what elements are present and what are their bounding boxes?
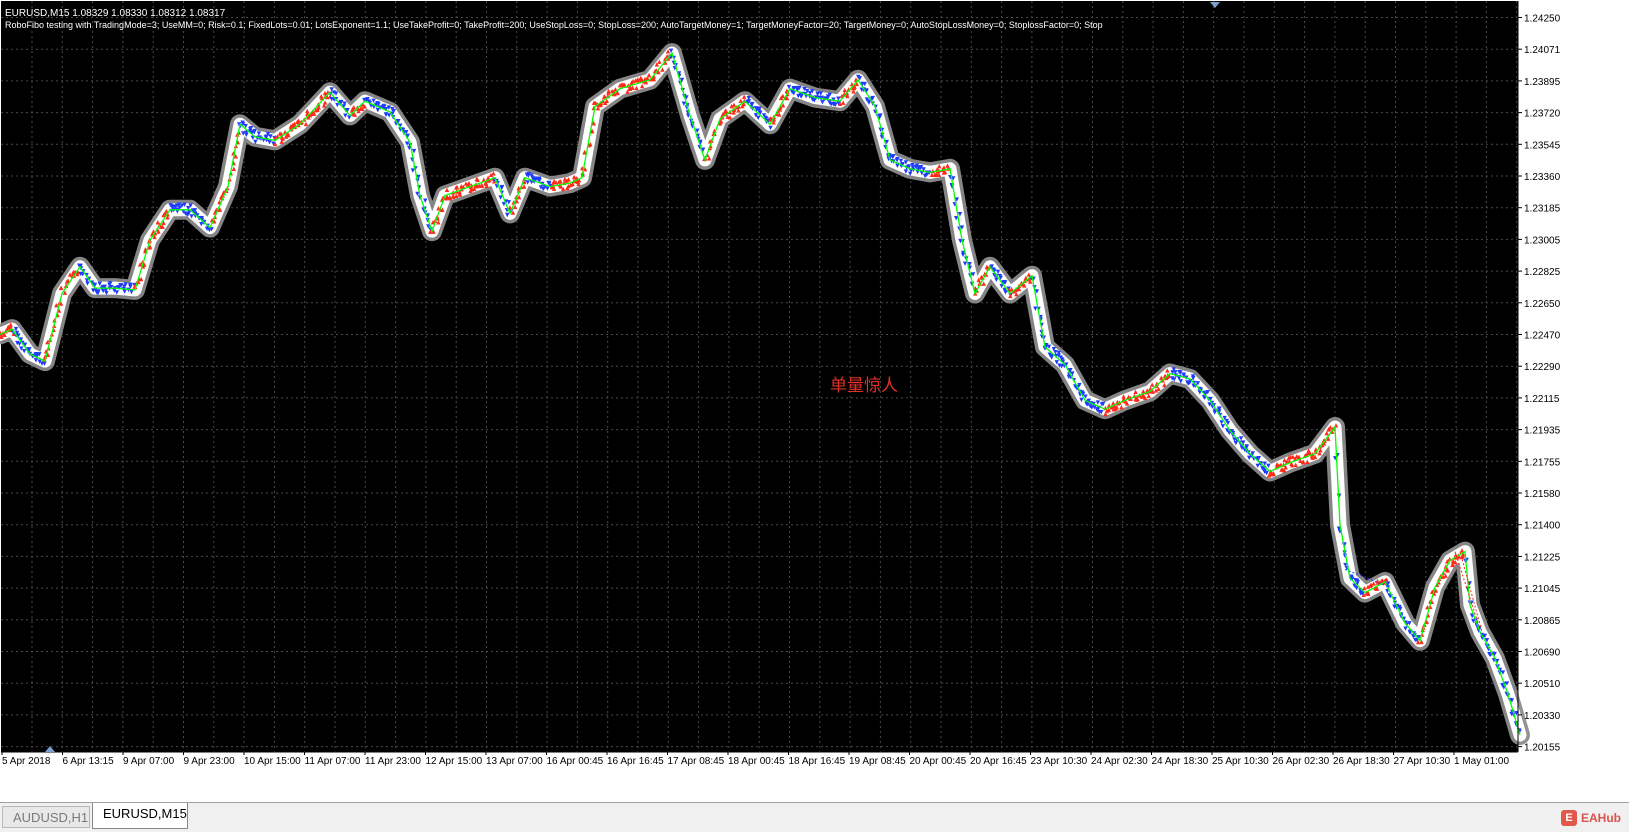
y-tick-label: 1.20510: [1524, 679, 1561, 690]
y-tick-label: 1.24250: [1524, 14, 1561, 25]
x-tick-label: 9 Apr 07:00: [123, 756, 175, 767]
x-tick-label: 13 Apr 07:00: [486, 756, 543, 767]
y-tick-label: 1.20155: [1524, 743, 1561, 754]
x-tick-label: 26 Apr 18:30: [1333, 756, 1390, 767]
eahub-logo: E EAHub: [1561, 809, 1621, 827]
symbol-info: EURUSD,M15 1.08329 1.08330 1.08312 1.083…: [5, 8, 226, 19]
x-tick-label: 24 Apr 02:30: [1091, 756, 1148, 767]
y-tick-label: 1.23005: [1524, 235, 1561, 246]
y-tick-label: 1.22825: [1524, 267, 1561, 278]
x-tick-label: 5 Apr 2018: [2, 756, 51, 767]
x-tick-label: 1 May 01:00: [1454, 756, 1509, 767]
y-tick-label: 1.22470: [1524, 331, 1561, 342]
y-tick-label: 1.21935: [1524, 426, 1561, 437]
y-tick-label: 1.21755: [1524, 457, 1561, 468]
price-chart[interactable]: 1.24250 1.24071 1.23895 1.23720 1.23545 1.233…: [0, 0, 1629, 802]
x-tick-label: 18 Apr 16:45: [789, 756, 846, 767]
x-tick-label: 24 Apr 18:30: [1152, 756, 1209, 767]
x-tick-label: 25 Apr 10:30: [1212, 756, 1269, 767]
y-tick-label: 1.23545: [1524, 140, 1561, 151]
x-tick-label: 12 Apr 15:00: [426, 756, 483, 767]
x-tick-label: 11 Apr 07:00: [305, 756, 361, 767]
y-tick-label: 1.23360: [1524, 172, 1561, 183]
ea-parameters: RoboFibo testing with TradingMode=3; Use…: [5, 20, 1103, 30]
x-tick-label: 16 Apr 16:45: [607, 756, 664, 767]
x-tick-label: 19 Apr 08:45: [849, 756, 906, 767]
y-tick-label: 1.24071: [1524, 45, 1561, 56]
y-tick-label: 1.22290: [1524, 362, 1561, 373]
y-tick-label: 1.20330: [1524, 711, 1561, 722]
logo-text: EAHub: [1581, 811, 1621, 825]
tab-label: EURUSD,M15: [103, 806, 187, 821]
y-tick-label: 1.20690: [1524, 648, 1561, 659]
x-tick-label: 6 Apr 13:15: [63, 756, 115, 767]
x-tick-label: 9 Apr 23:00: [184, 756, 236, 767]
x-tick-label: 11 Apr 23:00: [365, 756, 421, 767]
y-tick-label: 1.21580: [1524, 489, 1561, 500]
y-tick-label: 1.20865: [1524, 616, 1561, 627]
x-tick-label: 16 Apr 00:45: [547, 756, 604, 767]
y-tick-label: 1.22650: [1524, 299, 1561, 310]
x-tick-label: 10 Apr 15:00: [244, 756, 301, 767]
chart-window[interactable]: 1.24250 1.24071 1.23895 1.23720 1.23545 1.233…: [0, 0, 1629, 832]
x-tick-label: 20 Apr 00:45: [910, 756, 967, 767]
x-tick-label: 20 Apr 16:45: [970, 756, 1027, 767]
y-tick-label: 1.23895: [1524, 77, 1561, 88]
x-tick-label: 18 Apr 00:45: [728, 756, 785, 767]
x-tick-label: 26 Apr 02:30: [1273, 756, 1330, 767]
y-tick-label: 1.21225: [1524, 552, 1561, 563]
y-tick-label: 1.21400: [1524, 521, 1561, 532]
y-tick-label: 1.23185: [1524, 204, 1561, 215]
eahub-logo-icon: E: [1561, 810, 1577, 826]
x-tick-label: 17 Apr 08:45: [668, 756, 725, 767]
x-tick-label: 27 Apr 10:30: [1394, 756, 1451, 767]
watermark-text: 单量惊人: [830, 376, 898, 396]
x-tick-label: 23 Apr 10:30: [1031, 756, 1088, 767]
y-tick-label: 1.22115: [1524, 394, 1560, 405]
tab-audusd-h1[interactable]: AUDUSD,H1: [2, 806, 90, 828]
tab-eurusd-m15[interactable]: EURUSD,M15: [92, 803, 188, 829]
y-tick-label: 1.23720: [1524, 109, 1561, 120]
y-tick-label: 1.21045: [1524, 584, 1561, 595]
tab-label: AUDUSD,H1: [13, 810, 89, 825]
chart-tab-bar: AUDUSD,H1 EURUSD,M15 E EAHub: [0, 802, 1629, 832]
